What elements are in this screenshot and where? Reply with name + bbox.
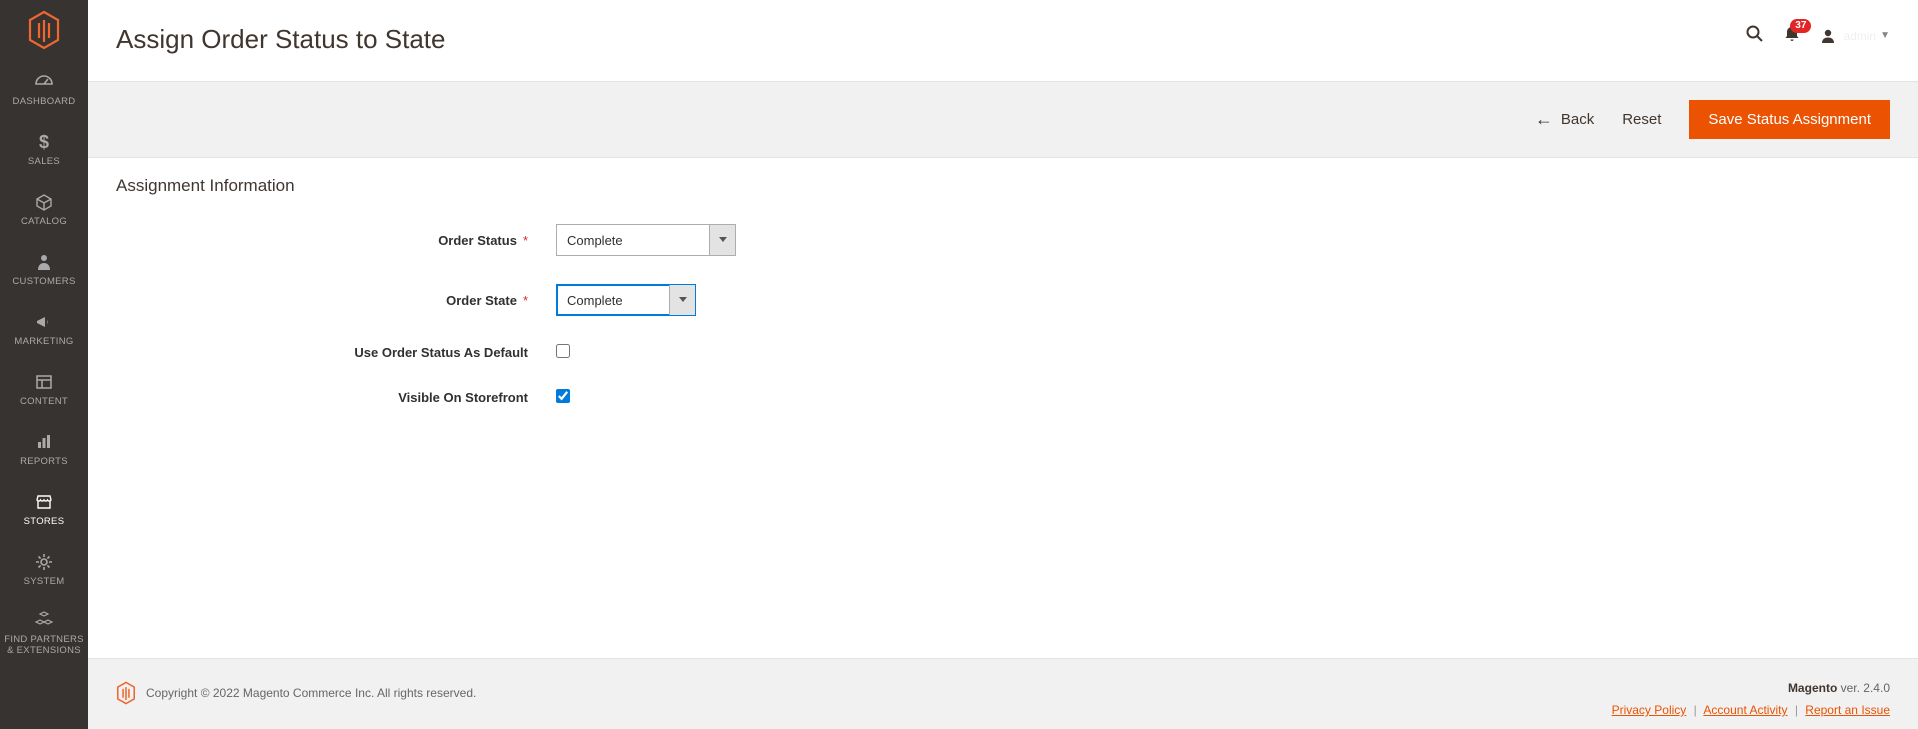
magento-logo[interactable]: [0, 0, 88, 60]
nav-item-system[interactable]: SYSTEM: [0, 540, 88, 600]
nav-item-dashboard[interactable]: DASHBOARD: [0, 60, 88, 120]
privacy-policy-link[interactable]: Privacy Policy: [1612, 703, 1687, 717]
back-label: Back: [1561, 111, 1594, 128]
nav-label: MARKETING: [14, 336, 73, 347]
dashboard-icon: [34, 72, 54, 92]
order-state-select-wrap: Complete: [556, 284, 696, 316]
nav-item-find[interactable]: FIND PARTNERS & EXTENSIONS: [0, 600, 88, 667]
nav-label: CATALOG: [21, 216, 67, 227]
order-state-label: Order State: [116, 293, 556, 308]
report-issue-link[interactable]: Report an Issue: [1805, 703, 1890, 717]
content: Assignment Information Order Status Comp…: [88, 158, 1918, 658]
save-status-assignment-button[interactable]: Save Status Assignment: [1689, 100, 1890, 139]
nav-label: STORES: [24, 516, 65, 527]
gear-icon: [34, 552, 54, 572]
nav-item-reports[interactable]: REPORTS: [0, 420, 88, 480]
header-actions: 37 admin ▼: [1745, 24, 1890, 47]
use-default-label: Use Order Status As Default: [116, 345, 556, 360]
visible-label: Visible On Storefront: [116, 390, 556, 405]
nav-item-catalog[interactable]: CATALOG: [0, 180, 88, 240]
megaphone-icon: [34, 312, 54, 332]
version: Magento ver. 2.4.0: [1612, 681, 1890, 695]
caret-down-icon: ▼: [1880, 30, 1890, 41]
footer-left: Copyright © 2022 Magento Commerce Inc. A…: [116, 681, 476, 705]
storefront-icon: [34, 492, 54, 512]
nav-item-content[interactable]: CONTENT: [0, 360, 88, 420]
nav-label: DASHBOARD: [13, 96, 76, 107]
layout-icon: [34, 372, 54, 392]
account-activity-link[interactable]: Account Activity: [1703, 703, 1787, 717]
box-icon: [34, 192, 54, 212]
use-default-row: Use Order Status As Default: [116, 344, 1890, 361]
nav-item-stores[interactable]: STORES: [0, 480, 88, 540]
cubes-icon: [34, 610, 54, 630]
page-title: Assign Order Status to State: [116, 24, 446, 55]
arrow-left-icon: ←: [1535, 109, 1553, 130]
order-status-select[interactable]: Complete: [556, 224, 736, 256]
order-status-label: Order Status: [116, 233, 556, 248]
bars-icon: [34, 432, 54, 452]
back-button[interactable]: ← Back: [1535, 109, 1594, 130]
nav-label: SYSTEM: [24, 576, 65, 587]
nav-label: CONTENT: [20, 396, 68, 407]
person-icon: [34, 252, 54, 272]
user-menu[interactable]: admin ▼: [1819, 27, 1890, 45]
footer: Copyright © 2022 Magento Commerce Inc. A…: [88, 658, 1918, 729]
order-state-select[interactable]: Complete: [556, 284, 696, 316]
section-title: Assignment Information: [116, 176, 1890, 196]
visible-checkbox[interactable]: [556, 389, 570, 403]
visible-row: Visible On Storefront: [116, 389, 1890, 406]
dollar-icon: $: [34, 132, 54, 152]
nav-label: SALES: [28, 156, 60, 167]
footer-links: Privacy Policy | Account Activity | Repo…: [1612, 703, 1890, 717]
copyright-text: Copyright © 2022 Magento Commerce Inc. A…: [146, 686, 476, 700]
sidebar: DASHBOARD $ SALES CATALOG CUSTOMERS MARKETING…: [0, 0, 88, 729]
nav-label: REPORTS: [20, 456, 68, 467]
svg-text:$: $: [39, 132, 49, 152]
order-status-row: Order Status Complete: [116, 224, 1890, 256]
nav-item-customers[interactable]: CUSTOMERS: [0, 240, 88, 300]
nav-item-marketing[interactable]: MARKETING: [0, 300, 88, 360]
notifications-button[interactable]: 37: [1783, 25, 1801, 46]
order-state-row: Order State Complete: [116, 284, 1890, 316]
user-name: admin: [1843, 29, 1876, 43]
nav-label: FIND PARTNERS & EXTENSIONS: [4, 634, 84, 657]
action-bar: ← Back Reset Save Status Assignment: [88, 81, 1918, 158]
order-status-select-wrap: Complete: [556, 224, 736, 256]
reset-button[interactable]: Reset: [1622, 111, 1661, 128]
header: Assign Order Status to State 37 admin ▼: [88, 0, 1918, 81]
main: Assign Order Status to State 37 admin ▼ …: [88, 0, 1918, 729]
footer-right: Magento ver. 2.4.0 Privacy Policy | Acco…: [1612, 681, 1890, 717]
nav-item-sales[interactable]: $ SALES: [0, 120, 88, 180]
search-icon[interactable]: [1745, 24, 1765, 47]
use-default-checkbox[interactable]: [556, 344, 570, 358]
nav-label: CUSTOMERS: [12, 276, 75, 287]
notification-badge: 37: [1790, 19, 1811, 33]
